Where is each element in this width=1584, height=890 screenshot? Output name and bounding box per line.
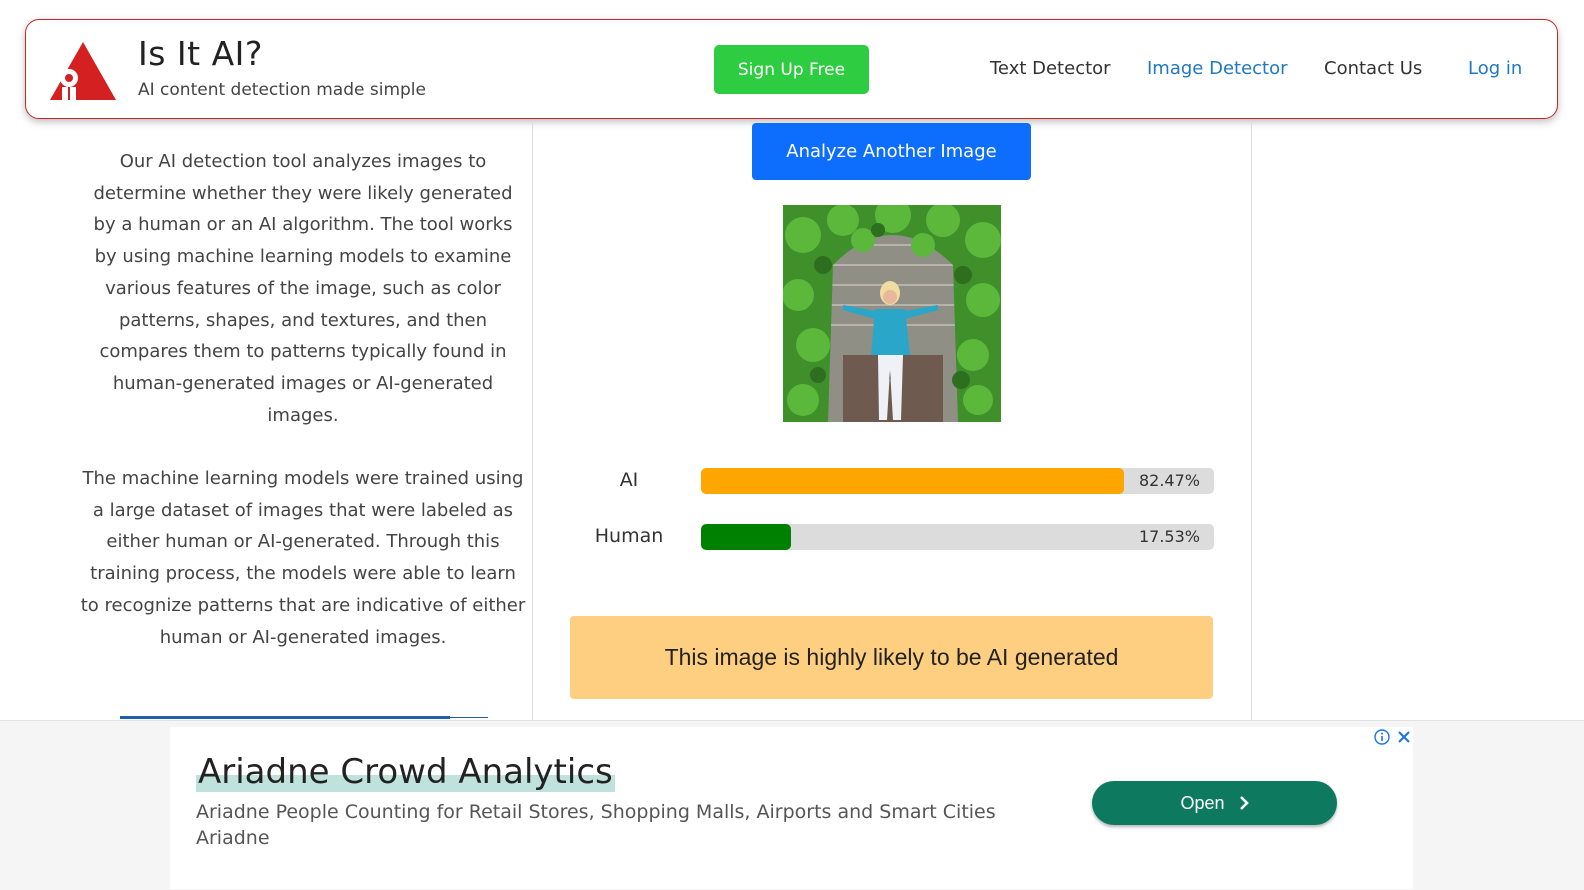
human-result-bar: 17.53% <box>701 524 1214 550</box>
ad-open-label: Open <box>1180 792 1225 813</box>
nav-contact-us[interactable]: Contact Us <box>1324 58 1422 79</box>
logo-icon[interactable] <box>48 40 118 102</box>
nav-login[interactable]: Log in <box>1468 58 1522 79</box>
ad-advertiser[interactable]: Ariadne <box>196 827 270 849</box>
site-tagline: AI content detection made simple <box>138 80 426 100</box>
ad-description[interactable]: Ariadne People Counting for Retail Store… <box>196 801 996 823</box>
ai-result-fill <box>701 468 1125 494</box>
human-result-percent: 17.53% <box>1138 527 1200 546</box>
chevron-right-icon <box>1239 796 1249 810</box>
ai-result-bar: 82.47% <box>701 468 1214 494</box>
sign-up-button[interactable]: Sign Up Free <box>714 45 869 94</box>
scroll-indicator <box>120 716 450 719</box>
nav-image-detector[interactable]: Image Detector <box>1147 58 1288 79</box>
ai-result-percent: 82.47% <box>1138 471 1200 490</box>
human-result-fill <box>701 524 791 550</box>
ai-result-label: AI <box>619 469 639 491</box>
uploaded-image <box>783 205 1001 422</box>
close-icon[interactable] <box>1397 730 1411 744</box>
site-header: Is It AI? AI content detection made simp… <box>25 19 1558 119</box>
site-title[interactable]: Is It AI? <box>138 34 263 73</box>
ad-title[interactable]: Ariadne Crowd Analytics <box>196 752 615 792</box>
scroll-indicator-track <box>450 717 488 718</box>
analyze-another-image-button[interactable]: Analyze Another Image <box>752 123 1031 180</box>
description-paragraph-2: The machine learning models were trained… <box>80 468 526 648</box>
ad-open-button[interactable]: Open <box>1092 781 1337 825</box>
info-icon[interactable] <box>1374 729 1390 745</box>
description-paragraph-1: Our AI detection tool analyzes images to… <box>93 151 513 426</box>
nav-text-detector[interactable]: Text Detector <box>990 58 1111 79</box>
column-divider <box>1251 120 1252 720</box>
verdict-banner: This image is highly likely to be AI gen… <box>570 616 1213 699</box>
human-result-label: Human <box>594 525 664 547</box>
